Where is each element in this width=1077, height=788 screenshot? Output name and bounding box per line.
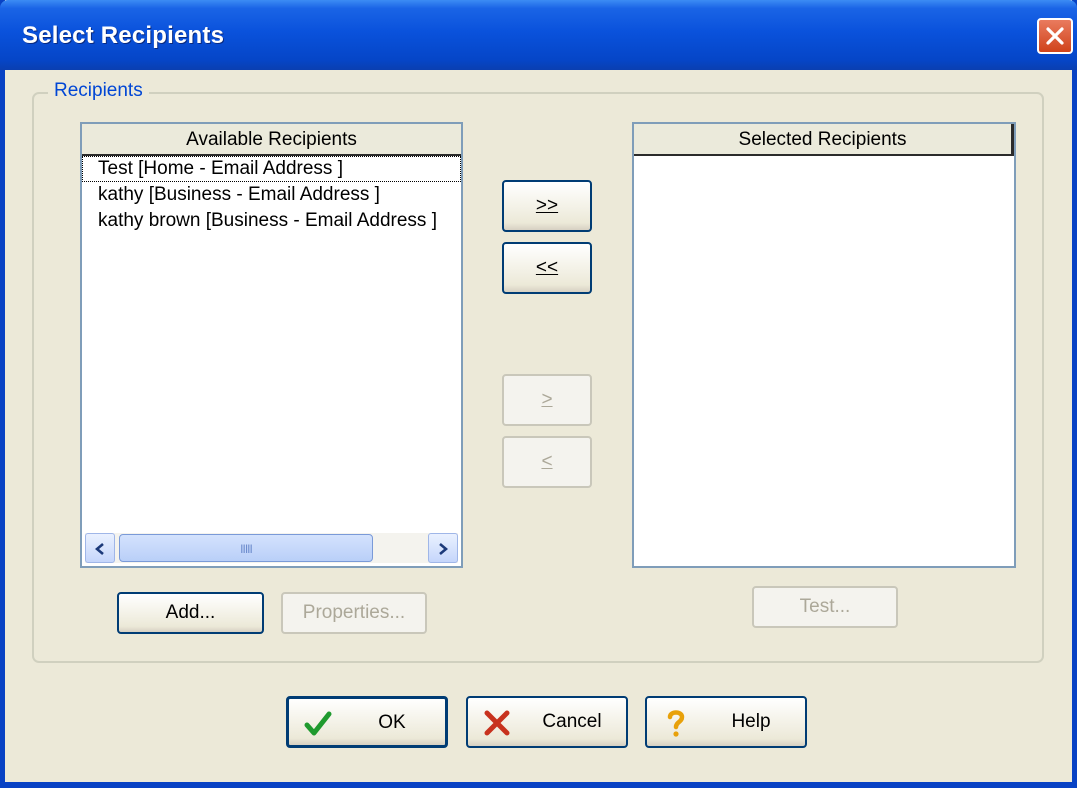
scrollbar-thumb[interactable]: IIIII [119,534,373,562]
add-button[interactable]: Add... [117,592,264,634]
add-one-label: > [541,389,553,410]
cancel-button[interactable]: Cancel [466,696,628,748]
recipients-group-label: Recipients [48,80,149,102]
chevron-right-icon [439,543,449,555]
list-item[interactable]: kathy brown [Business - Email Address ] [82,208,461,234]
remove-one-button[interactable]: < [502,436,592,488]
add-all-label: >> [535,195,559,216]
horizontal-scrollbar[interactable]: IIIII [85,533,458,563]
help-button[interactable]: Help [645,696,807,748]
properties-button-label: Properties... [302,602,406,623]
chevron-left-icon [94,543,104,555]
window-title: Select Recipients [22,22,225,49]
available-recipients-list[interactable]: Available Recipients Test [Home - Email … [80,122,463,568]
checkmark-icon [304,711,332,736]
ok-button-label: OK [378,712,406,733]
ok-button[interactable]: OK [286,696,448,748]
properties-button[interactable]: Properties... [281,592,427,634]
scroll-right-button[interactable] [428,533,458,563]
scroll-left-button[interactable] [85,533,115,563]
question-icon [667,710,685,737]
close-button[interactable] [1037,18,1073,54]
title-bar[interactable]: Select Recipients [0,0,1077,70]
add-button-label: Add... [165,602,216,623]
test-button[interactable]: Test... [752,586,898,628]
help-button-label: Help [731,711,771,732]
selected-recipients-header[interactable]: Selected Recipients [634,124,1014,156]
remove-all-button[interactable]: << [502,242,592,294]
add-all-button[interactable]: >> [502,180,592,232]
list-item[interactable]: kathy [Business - Email Address ] [82,182,461,208]
remove-all-label: << [535,257,559,278]
add-one-button[interactable]: > [502,374,592,426]
list-item[interactable]: Test [Home - Email Address ] [82,156,461,182]
selected-recipients-list[interactable]: Selected Recipients [632,122,1016,568]
available-recipients-header[interactable]: Available Recipients [82,124,461,156]
cancel-button-label: Cancel [542,711,602,732]
remove-one-label: < [541,451,553,472]
close-icon [1046,27,1064,45]
test-button-label: Test... [799,596,851,617]
x-icon [484,710,510,736]
